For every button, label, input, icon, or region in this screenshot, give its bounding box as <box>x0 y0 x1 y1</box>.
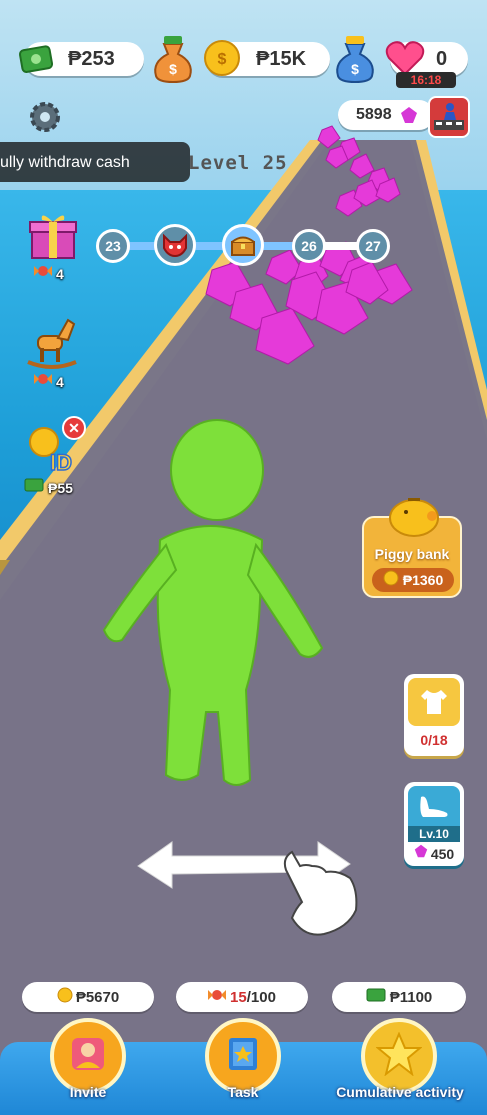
gem-value: 5898 <box>356 106 392 123</box>
gear-icon[interactable] <box>26 98 64 136</box>
task-current: 15 <box>230 988 247 1006</box>
lives-value: 0 <box>436 48 448 70</box>
upgrade-level: Lv.10 <box>408 826 460 842</box>
level-title: Level 25 <box>188 152 288 174</box>
invite-amount-pill: ₱5670 <box>22 982 154 1012</box>
piggy-bank-amount: ₱1360 <box>402 572 444 588</box>
foot-icon <box>408 786 460 826</box>
activity-amount-pill: ₱1100 <box>332 982 466 1012</box>
lives-pill[interactable]: 0 <box>385 41 468 76</box>
candy-icon <box>208 988 227 1006</box>
coin-icon <box>383 570 399 591</box>
activity-amount: ₱1100 <box>389 988 433 1006</box>
rocking-horse-icon[interactable] <box>24 314 80 370</box>
cash-bill-icon <box>366 988 386 1006</box>
coin-value: ₱15K <box>256 48 307 70</box>
level-progress-fill <box>110 242 300 250</box>
task-progress-pill: 15 /100 <box>176 982 308 1012</box>
gift-box-icon[interactable] <box>26 208 80 262</box>
shirt-icon <box>408 678 460 726</box>
star-icon <box>375 1030 423 1081</box>
invite-button[interactable] <box>50 1018 126 1094</box>
svg-text:$: $ <box>169 61 177 77</box>
level-node-27: 27 <box>356 229 390 263</box>
withdraw-banner: ully withdraw cash <box>0 142 190 182</box>
activity-button[interactable] <box>361 1018 437 1094</box>
coin-bag-icon[interactable]: $ <box>332 34 378 84</box>
svg-text:$: $ <box>218 51 227 68</box>
piggy-bank-label: Piggy bank <box>374 546 450 562</box>
outfit-progress: 0/18 <box>420 732 448 748</box>
id-reward-amount: ₱55 <box>48 479 73 496</box>
upgrade-card[interactable]: Lv.10 450 <box>404 782 464 866</box>
gem-icon <box>414 844 428 863</box>
cash-bill-icon <box>16 38 58 80</box>
treasure-chest-icon <box>222 224 264 266</box>
horse-count: 4 <box>56 373 64 390</box>
upgrade-cost: 450 <box>430 845 455 862</box>
cash-value: ₱253 <box>68 48 115 70</box>
task-book-icon <box>223 1034 263 1079</box>
piggy-bank-icon <box>382 488 446 540</box>
gift-count: 4 <box>56 265 64 282</box>
coin-pill[interactable]: $ ₱15K <box>204 40 330 76</box>
task-label[interactable]: Task <box>205 1084 281 1100</box>
level-node-26: 26 <box>292 229 326 263</box>
activity-label[interactable]: Cumulative activity <box>330 1084 470 1100</box>
lives-timer: 16:18 <box>396 72 456 88</box>
candy-icon <box>34 264 52 283</box>
level-node-23: 23 <box>96 229 130 263</box>
svg-text:ID: ID <box>50 450 72 475</box>
invite-label[interactable]: Invite <box>50 1084 126 1100</box>
boss-level-icon <box>154 224 196 266</box>
piggy-bank-button[interactable]: Piggy bank ₱1360 <box>362 498 462 598</box>
candy-icon <box>34 372 52 391</box>
task-button[interactable] <box>205 1018 281 1094</box>
close-icon[interactable]: ✕ <box>62 416 86 440</box>
runner-mode-icon[interactable] <box>428 96 470 138</box>
gem-icon <box>400 106 418 129</box>
coin-icon <box>57 987 73 1007</box>
banner-text: ully withdraw cash <box>0 154 130 171</box>
outfit-card[interactable]: 0/18 <box>404 674 464 756</box>
task-total: /100 <box>246 988 276 1006</box>
gem-counter[interactable]: 5898 <box>338 100 434 130</box>
cash-bill-icon <box>24 478 44 497</box>
invite-person-icon <box>68 1034 108 1079</box>
svg-text:$: $ <box>351 61 359 77</box>
coin-icon: $ <box>202 38 242 78</box>
cash-pill[interactable]: ₱253 <box>18 42 144 76</box>
cash-bag-icon[interactable]: $ <box>150 34 196 84</box>
invite-amount: ₱5670 <box>75 988 120 1006</box>
